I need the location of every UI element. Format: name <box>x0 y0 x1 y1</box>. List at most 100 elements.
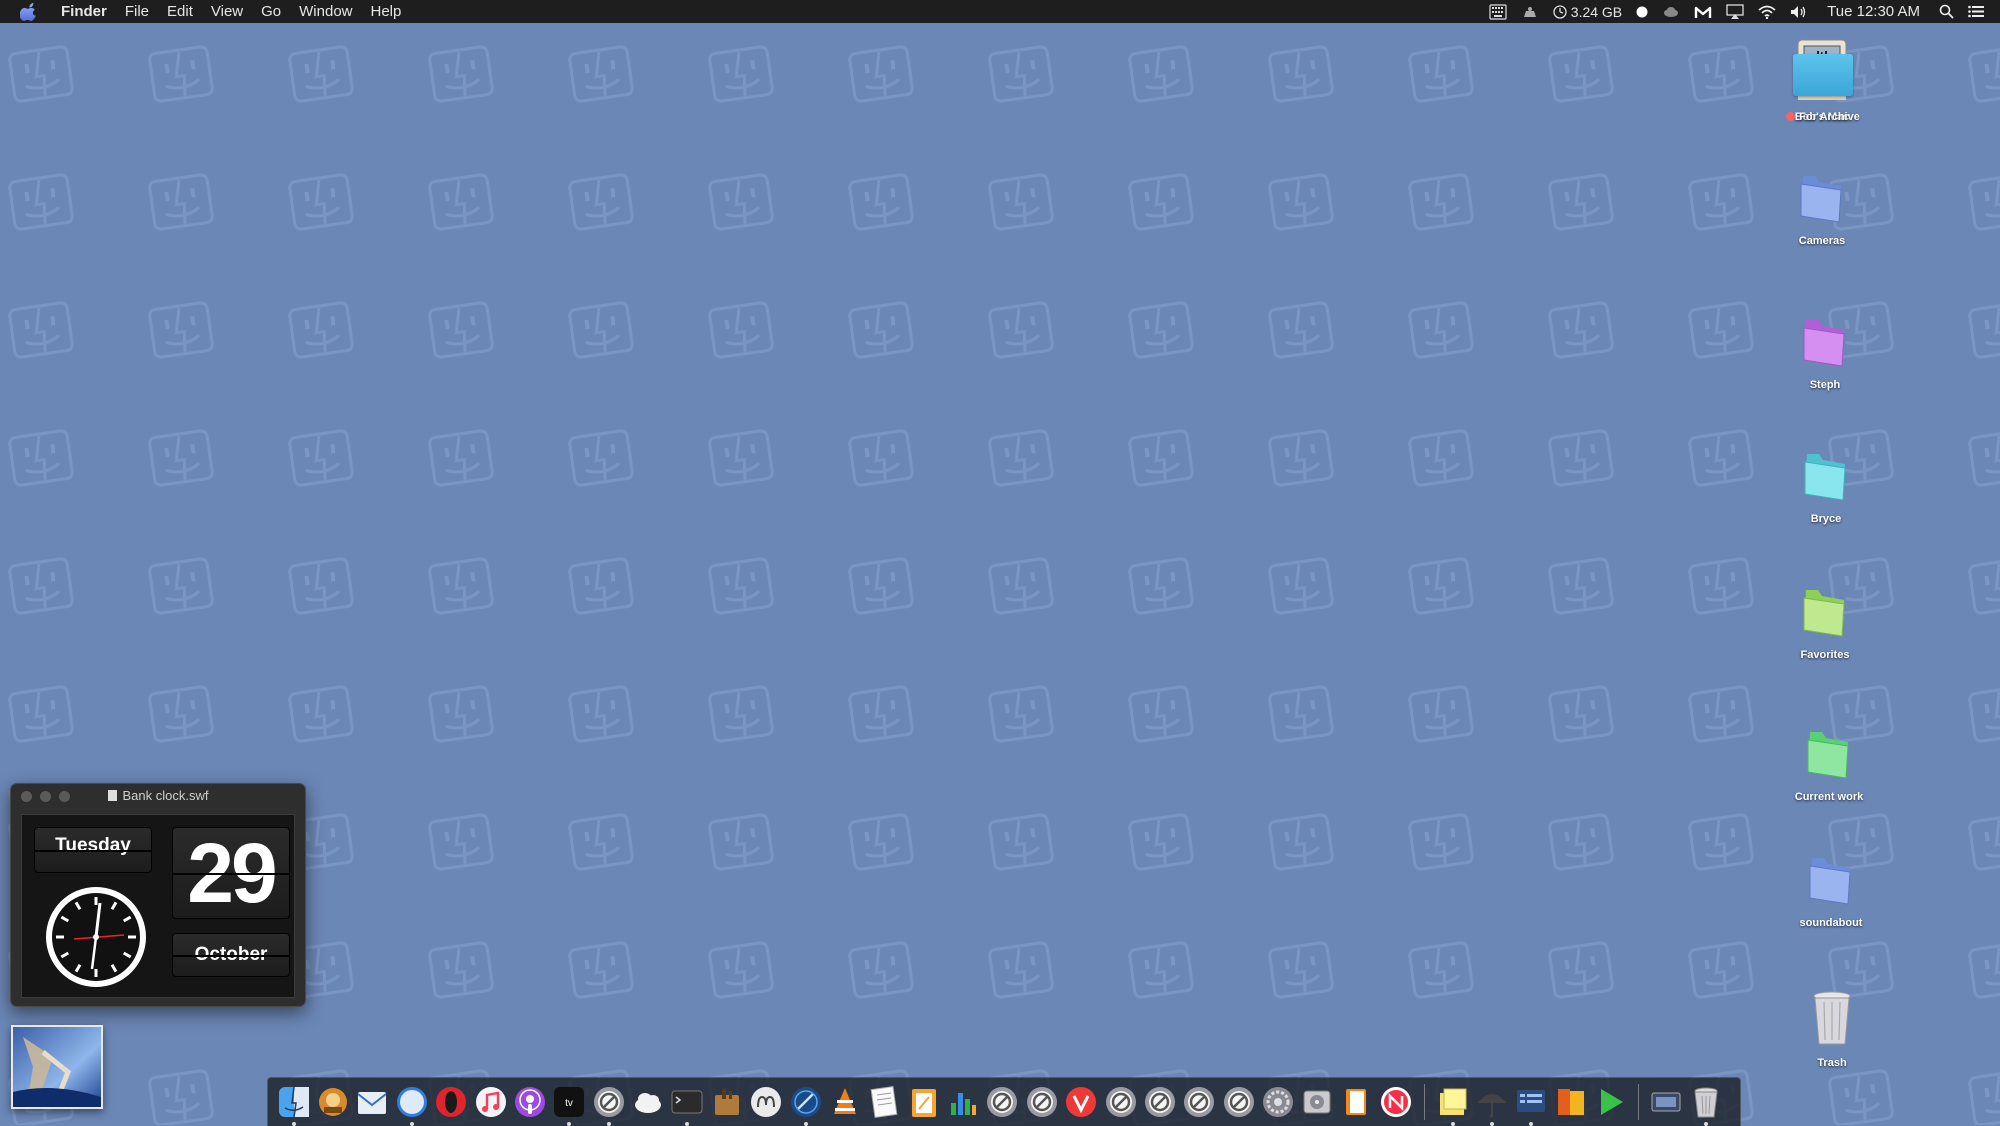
document-icon <box>107 790 117 801</box>
dock-running-indicator <box>803 1122 808 1126</box>
menu-edit[interactable]: Edit <box>158 0 202 23</box>
trash-icon <box>1813 991 1851 1045</box>
screenshot-thumbnail[interactable] <box>11 1025 103 1109</box>
bank-clock-window[interactable]: Bank clock.swf Tuesday 29 October <box>10 783 306 1007</box>
desktop-icon-label: Bryce <box>1810 513 1842 525</box>
dock-screen-app-icon[interactable] <box>1514 1085 1548 1126</box>
dock-running-indicator <box>1529 1122 1534 1126</box>
dock-fetch-icon[interactable] <box>316 1085 350 1119</box>
desktop-icon-label: Favorites <box>1800 649 1850 661</box>
svg-text:tv: tv <box>565 1098 573 1109</box>
thumbnail-image <box>13 1027 101 1107</box>
gauge-icon <box>1553 4 1567 19</box>
dock: tv <box>267 1077 1741 1126</box>
dock-news-icon[interactable] <box>1379 1085 1413 1119</box>
dock-running-indicator <box>606 1122 611 1126</box>
folder-blue-icon <box>1809 858 1851 905</box>
dock-finder-icon[interactable] <box>277 1085 311 1126</box>
menubar-clock[interactable]: Tue 12:30 AM <box>1827 3 1920 20</box>
volume-icon[interactable] <box>1790 5 1808 19</box>
menu-app-finder[interactable]: Finder <box>52 0 116 23</box>
printer-status-icon[interactable] <box>1521 5 1539 19</box>
dock-mindnode-icon[interactable] <box>749 1085 783 1119</box>
dock-running-indicator <box>685 1122 690 1126</box>
window-title: Bank clock.swf <box>11 784 305 808</box>
dock-blocked-app-icon[interactable] <box>1182 1085 1216 1119</box>
dock-pages-icon[interactable] <box>907 1085 941 1119</box>
analog-clock-icon <box>46 887 146 987</box>
dock-safari-icon[interactable] <box>395 1085 429 1126</box>
dock-disk-utility-icon[interactable] <box>1300 1085 1334 1119</box>
wifi-icon[interactable] <box>1758 5 1776 19</box>
dock-utility-app-icon[interactable] <box>710 1085 744 1119</box>
folder-cyan-icon <box>1804 454 1846 501</box>
for-archive-label: For Archive <box>1799 111 1860 123</box>
desktop-icon-label: Trash <box>1817 1057 1847 1069</box>
notification-center-icon[interactable] <box>1968 5 1984 18</box>
dock-stickies-icon[interactable] <box>1436 1085 1470 1126</box>
dock-mail-icon[interactable] <box>355 1085 389 1119</box>
dock-opera-icon[interactable] <box>434 1085 468 1119</box>
for-archive-item[interactable]: For Archive <box>1768 54 1878 123</box>
folder-light-blue-icon <box>1793 54 1853 96</box>
memory-value: 3.24 GB <box>1570 3 1623 20</box>
dock-separator <box>1637 1084 1639 1120</box>
cloud-status-icon[interactable] <box>1662 5 1680 19</box>
desktop-icon-cameras[interactable]: Cameras <box>1767 170 1877 247</box>
dock-numbers-icon[interactable] <box>946 1085 980 1119</box>
malwarebytes-icon[interactable] <box>1694 4 1712 20</box>
dock-books-icon[interactable] <box>1340 1085 1374 1119</box>
menu-help[interactable]: Help <box>362 0 411 23</box>
desktop-icon-label: Cameras <box>1798 235 1846 247</box>
dock-apple-tv-icon[interactable]: tv <box>552 1085 586 1126</box>
dock-running-indicator <box>1450 1122 1455 1126</box>
dock-blocked-app-icon[interactable] <box>1143 1085 1177 1119</box>
clock-day: Tuesday <box>34 827 152 873</box>
desktop-icon-label: Steph <box>1809 379 1841 391</box>
dock-screenshot-app-icon[interactable] <box>1649 1085 1683 1119</box>
record-dot-icon[interactable] <box>1636 6 1648 18</box>
dock-blocked-app-icon[interactable] <box>1025 1085 1059 1119</box>
dock-pixelmator-icon[interactable] <box>789 1085 823 1126</box>
menu-view[interactable]: View <box>202 0 252 23</box>
desktop-icon-steph[interactable]: Steph <box>1770 314 1880 391</box>
dock-blocked-app-icon[interactable] <box>592 1085 626 1126</box>
dock-umbrella-app-icon[interactable] <box>1475 1085 1509 1126</box>
dock-play-app-icon[interactable] <box>1593 1085 1627 1119</box>
dock-music-icon[interactable] <box>474 1085 508 1119</box>
dock-blocked-app-icon[interactable] <box>1104 1085 1138 1119</box>
dock-textedit-icon[interactable] <box>867 1085 901 1119</box>
menu-bar: Finder File Edit View Go Window Help 3.2… <box>0 0 2000 23</box>
menu-go[interactable]: Go <box>252 0 290 23</box>
dock-icloud-icon[interactable] <box>631 1085 665 1119</box>
clock-month: October <box>172 933 290 977</box>
menu-window[interactable]: Window <box>290 0 361 23</box>
desktop-icon-trash[interactable]: Trash <box>1777 988 1887 1069</box>
menu-file[interactable]: File <box>116 0 158 23</box>
desktop-icon-soundabout[interactable]: soundabout <box>1776 852 1886 929</box>
desktop-icon-label: For Archive <box>1768 111 1878 123</box>
memory-status[interactable]: 3.24 GB <box>1553 4 1622 20</box>
airplay-icon[interactable] <box>1726 3 1744 20</box>
keyboard-viewer-icon[interactable] <box>1489 3 1507 20</box>
dock-system-preferences-icon[interactable] <box>1261 1085 1295 1119</box>
dock-office-app-icon[interactable] <box>1554 1085 1588 1119</box>
dock-terminal-icon[interactable] <box>670 1085 704 1126</box>
dock-vlc-icon[interactable] <box>828 1085 862 1119</box>
dock-blocked-app-icon[interactable] <box>1222 1085 1256 1119</box>
spotlight-search-icon[interactable] <box>1939 4 1954 19</box>
dock-vivaldi-icon[interactable] <box>1064 1085 1098 1119</box>
dock-trash-icon[interactable] <box>1689 1085 1723 1126</box>
folder-blue-icon <box>1800 176 1842 223</box>
desktop-icon-bryce[interactable]: Bryce <box>1771 448 1881 525</box>
dock-running-indicator <box>409 1122 414 1126</box>
apple-menu-icon[interactable] <box>20 2 38 21</box>
folder-green-icon <box>1807 732 1849 779</box>
dock-blocked-app-icon[interactable] <box>985 1085 1019 1119</box>
desktop-icon-current-work[interactable]: Current work <box>1774 726 1884 803</box>
folder-purple-icon <box>1803 320 1845 367</box>
dock-podcasts-icon[interactable] <box>513 1085 547 1119</box>
dock-running-indicator <box>1489 1122 1494 1126</box>
window-titlebar[interactable]: Bank clock.swf <box>11 784 305 808</box>
desktop-icon-favorites[interactable]: Favorites <box>1770 584 1880 661</box>
